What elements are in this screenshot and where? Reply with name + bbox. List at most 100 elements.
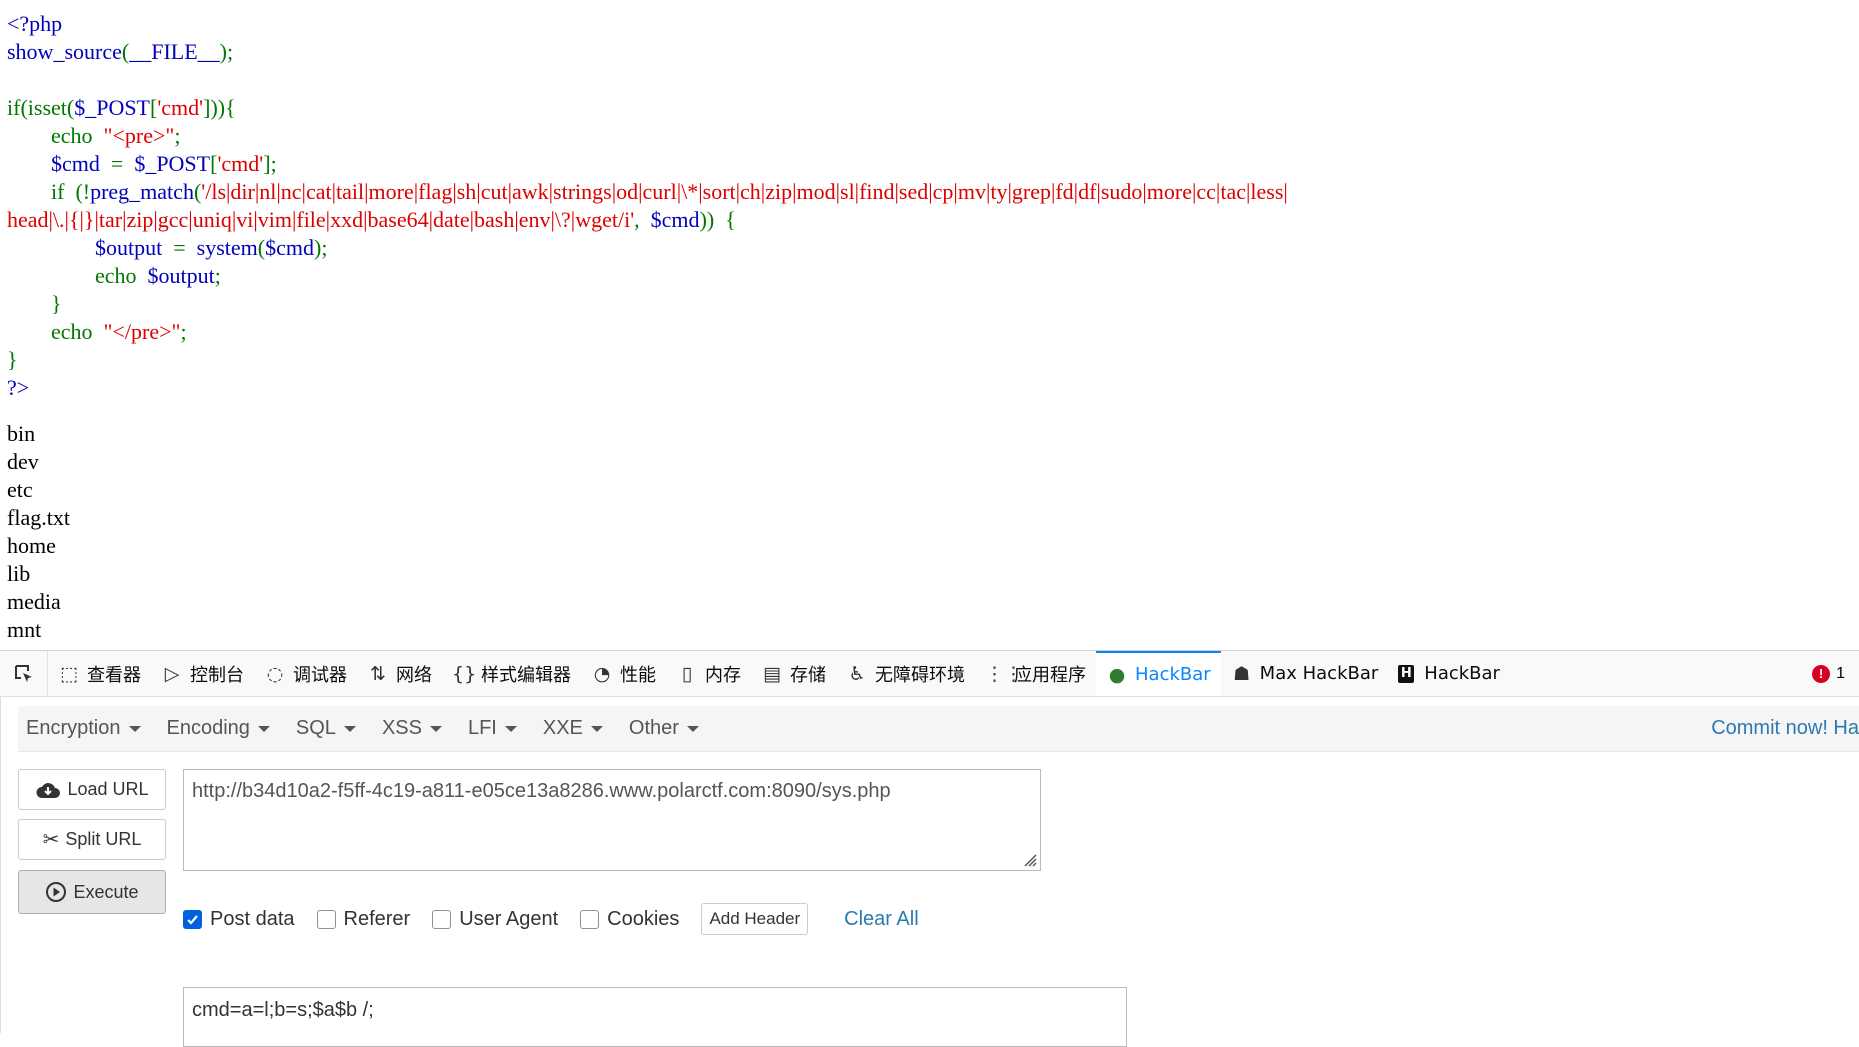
output-line: flag.txt — [7, 505, 70, 530]
option-label: Referer — [343, 907, 411, 930]
output-line: dev — [7, 449, 39, 474]
code-token: $cmd — [650, 207, 700, 232]
execute-button[interactable]: Execute — [18, 870, 166, 914]
page-source-view: <?php show_source(__FILE__); if(isset($_PO… — [0, 0, 1859, 650]
menu-lfi[interactable]: LFI — [460, 717, 529, 740]
code-line: if(isset($_POST['cmd'])){ — [7, 94, 1859, 122]
error-icon: ! — [1812, 664, 1831, 683]
tab-style-editor[interactable]: {} 样式编辑器 — [442, 651, 581, 696]
application-icon: ⋮⋮ — [985, 662, 1023, 685]
hackbar-icon: ● — [1108, 663, 1126, 686]
code-token: ( — [257, 235, 266, 260]
tab-network[interactable]: ⇅ 网络 — [357, 651, 442, 696]
code-token: ); — [314, 235, 328, 260]
option-post-data[interactable]: Post data — [183, 908, 295, 931]
caret-down-icon — [590, 725, 603, 732]
tab-label: 样式编辑器 — [481, 664, 571, 686]
code-token: $output — [95, 235, 174, 260]
menu-encoding[interactable]: Encoding — [159, 717, 282, 740]
hackbar-menu-items: Encryption Encoding SQL XSS LFI XXE Other — [18, 706, 717, 751]
tab-label: Max HackBar — [1259, 663, 1379, 684]
tab-hackbar[interactable]: ● HackBar — [1096, 651, 1221, 696]
code-token: if(isset( — [7, 95, 75, 120]
max-hackbar-icon: ☗ — [1233, 662, 1251, 685]
tab-console[interactable]: ▷ 控制台 — [151, 651, 254, 696]
load-url-button[interactable]: Load URL — [18, 769, 166, 810]
code-token: $_POST — [134, 151, 211, 176]
code-token: preg_match — [90, 179, 194, 204]
code-token: = — [173, 235, 197, 260]
code-line: echo "</pre>"; — [7, 318, 1859, 346]
menu-label: SQL — [295, 717, 336, 739]
caret-down-icon — [128, 725, 141, 732]
tab-performance[interactable]: ◔ 性能 — [581, 651, 666, 696]
storage-icon: ▤ — [763, 662, 781, 685]
option-referer[interactable]: Referer — [316, 907, 411, 931]
code-token: 'cmd' — [157, 95, 204, 120]
accessibility-icon: ♿ — [848, 662, 866, 685]
menu-other[interactable]: Other — [621, 717, 711, 740]
post-data-value: cmd=a=l;b=s;$a$b /; — [192, 999, 374, 1021]
tab-accessibility[interactable]: ♿ 无障碍环境 — [836, 651, 975, 696]
caret-down-icon — [343, 725, 356, 732]
code-token: "<pre>" — [103, 123, 175, 148]
option-label: User Agent — [459, 907, 559, 930]
caret-down-icon — [504, 725, 517, 732]
code-token: )) { — [699, 207, 736, 232]
add-header-button[interactable]: Add Header — [701, 903, 809, 935]
menu-label: LFI — [467, 717, 497, 739]
tab-label: 控制台 — [190, 664, 244, 686]
menu-xss[interactable]: XSS — [374, 717, 454, 740]
code-token: ; — [214, 263, 221, 288]
output-line: lib — [7, 561, 31, 586]
error-counter[interactable]: ! 1 — [1812, 664, 1859, 683]
code-token: ); — [219, 39, 234, 64]
checkbox[interactable] — [183, 909, 202, 929]
menu-label: Encoding — [166, 717, 250, 739]
panel-edge — [0, 697, 1, 1033]
tab-application[interactable]: ⋮⋮ 应用程序 — [975, 651, 1096, 696]
split-url-button[interactable]: ✂ Split URL — [18, 819, 166, 860]
cloud-download-icon — [35, 780, 61, 800]
code-line: } — [7, 346, 1859, 374]
checkbox[interactable] — [580, 909, 600, 929]
load-url-label: Load URL — [67, 779, 149, 799]
execute-label: Execute — [73, 881, 139, 902]
clear-all-link[interactable]: Clear All — [844, 908, 918, 931]
code-token: } — [7, 347, 18, 372]
option-cookies[interactable]: Cookies — [580, 908, 679, 931]
menu-encryption[interactable]: Encryption — [18, 717, 153, 740]
tab-max-hackbar[interactable]: ☗ Max HackBar — [1221, 651, 1389, 696]
network-icon: ⇅ — [370, 662, 386, 685]
command-output: bin dev etc flag.txt home lib media mnt — [7, 420, 1859, 644]
menu-label: Other — [628, 717, 679, 739]
tab-storage[interactable]: ▤ 存储 — [751, 651, 836, 696]
output-line: mnt — [7, 617, 42, 642]
code-token: $_POST — [74, 95, 150, 120]
code-line: if (!preg_match('/ls|dir|nl|nc|cat|tail|… — [7, 178, 1859, 206]
code-token: 'cmd' — [217, 151, 264, 176]
checkbox[interactable] — [316, 909, 336, 929]
request-options: Post data Referer User Agent Cookies Add Hea… — [183, 903, 919, 935]
checkbox[interactable] — [432, 909, 452, 929]
scissors-icon: ✂ — [42, 829, 60, 851]
tab-hackbar-h[interactable]: H HackBar — [1388, 651, 1510, 696]
option-user-agent[interactable]: User Agent — [432, 908, 558, 931]
caret-down-icon — [429, 725, 442, 732]
tab-debugger[interactable]: ◌ 调试器 — [254, 651, 357, 696]
menu-xxe[interactable]: XXE — [535, 717, 615, 740]
url-textarea[interactable]: http://b34d10a2-f5ff-4c19-a811-e05ce13a8… — [183, 769, 1041, 871]
code-token: $cmd — [7, 151, 111, 176]
tab-label: 内存 — [705, 664, 741, 686]
tab-inspector[interactable]: ⬚ 查看器 — [48, 651, 151, 696]
element-picker-icon — [14, 664, 32, 682]
tab-label: HackBar — [1424, 663, 1500, 684]
option-label: Post data — [210, 907, 295, 930]
commit-now-link[interactable]: Commit now! Ha — [1711, 706, 1859, 751]
resize-grip-icon[interactable] — [1021, 851, 1037, 867]
post-data-textarea[interactable]: cmd=a=l;b=s;$a$b /; — [183, 987, 1127, 1047]
menu-sql[interactable]: SQL — [288, 717, 368, 740]
tab-memory[interactable]: ▯ 内存 — [666, 651, 751, 696]
element-picker-button[interactable] — [0, 651, 48, 696]
code-token: "</pre>" — [103, 319, 181, 344]
